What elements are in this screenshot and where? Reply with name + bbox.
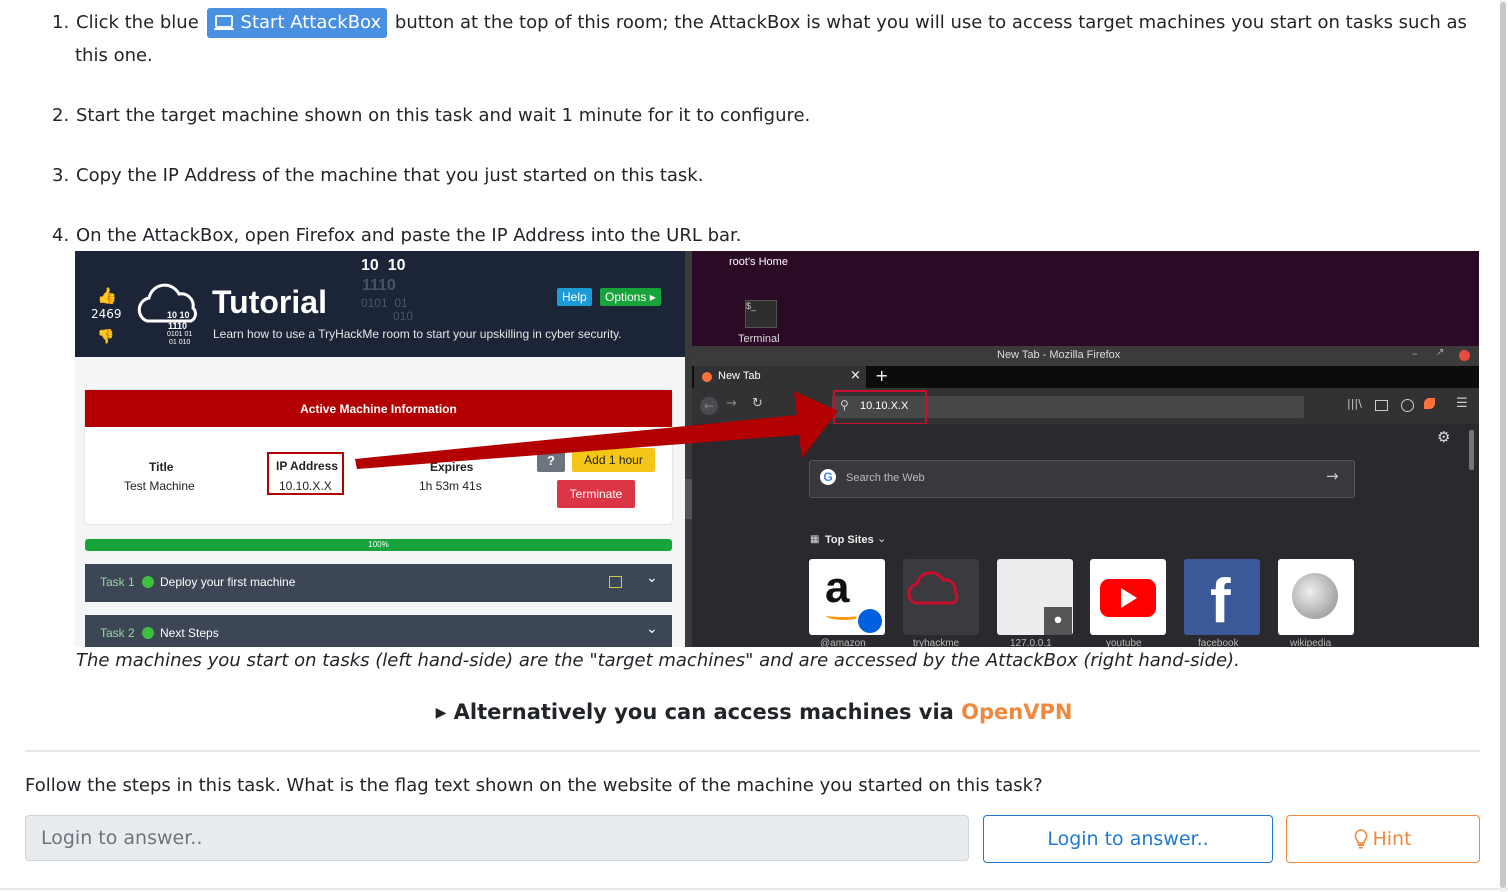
step-1: 1. Click the blue Start AttackBox button … bbox=[52, 7, 1467, 39]
disclosure-triangle-icon[interactable]: ▶ bbox=[436, 705, 447, 721]
step-4: 4. On the AttackBox, open Firefox and pas… bbox=[52, 225, 742, 246]
login-to-answer-button[interactable]: Login to answer.. bbox=[983, 815, 1273, 863]
scrollbar-thumb[interactable] bbox=[1500, 2, 1506, 888]
screenshot-caption: The machines you start on tasks (left ha… bbox=[76, 650, 1240, 671]
openvpn-disclosure[interactable]: ▶ Alternatively you can access machines … bbox=[0, 700, 1508, 724]
tutorial-screenshot: 👍 2469 👎 10 10 1110 0101 01 01 010 10 10… bbox=[75, 251, 1479, 647]
lightbulb-icon bbox=[1355, 829, 1368, 849]
step-1-continued: this one. bbox=[75, 45, 153, 66]
question-text: Follow the steps in this task. What is t… bbox=[25, 775, 1043, 796]
page-scrollbar[interactable] bbox=[1500, 0, 1506, 892]
section-divider bbox=[25, 750, 1480, 752]
step-3: 3. Copy the IP Address of the machine tha… bbox=[52, 165, 704, 186]
answer-field[interactable]: Login to answer.. bbox=[25, 815, 969, 861]
openvpn-link[interactable]: OpenVPN bbox=[961, 700, 1072, 724]
hint-button[interactable]: Hint bbox=[1286, 815, 1480, 863]
red-arrow-icon bbox=[355, 391, 838, 469]
start-attackbox-button[interactable]: Start AttackBox bbox=[206, 8, 388, 38]
laptop-icon bbox=[213, 15, 234, 30]
bottom-divider bbox=[0, 888, 1508, 890]
step-2: 2. Start the target machine shown on this… bbox=[52, 105, 811, 126]
